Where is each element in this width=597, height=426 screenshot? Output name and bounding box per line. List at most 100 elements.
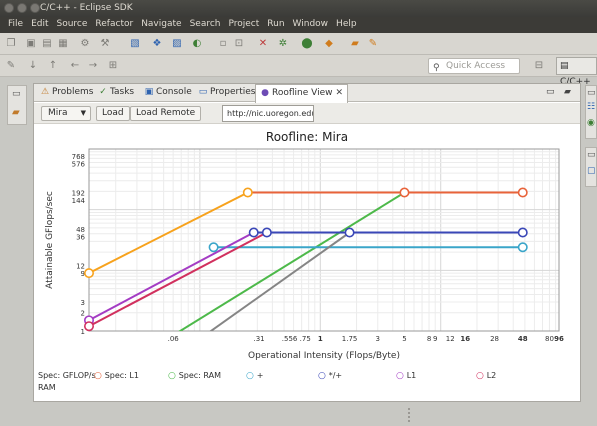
y-tick-label: 36 [76, 234, 85, 242]
open-perspective-icon[interactable]: ⊟ [532, 59, 546, 73]
open-folder-icon[interactable]: ▰ [348, 37, 362, 51]
tab-console[interactable]: ▣ Console [140, 84, 196, 102]
data-point-marker[interactable] [83, 268, 94, 279]
x-tick-label: 28 [490, 335, 499, 343]
data-point-marker[interactable] [208, 242, 219, 253]
properties-icon: ▭ [198, 87, 208, 97]
legend-item[interactable]: ○ + [246, 371, 263, 381]
pin-icon[interactable]: ⊞ [106, 59, 120, 73]
new-file-icon[interactable]: ❐ [4, 37, 18, 51]
print-icon[interactable]: ▦ [56, 37, 70, 51]
pencil-icon[interactable]: ✎ [366, 37, 380, 51]
restore-icon[interactable]: ▭ [587, 150, 596, 160]
settings-icon[interactable]: ⚙ [78, 37, 92, 51]
minimize-window-button[interactable] [17, 3, 27, 13]
save-all-icon[interactable]: ▤ [40, 37, 54, 51]
console-icon: ▣ [144, 87, 154, 97]
outline-icon[interactable]: ☷ [587, 102, 595, 112]
menu-search[interactable]: Search [186, 17, 225, 33]
chevron-down-icon: ▼ [80, 109, 86, 117]
external-tools-icon[interactable]: ◆ [322, 37, 336, 51]
run-icon[interactable]: ⬤ [300, 37, 314, 51]
remote-url-field[interactable]: http://nic.uoregon.edu/- [222, 105, 314, 122]
legend-item[interactable]: RAM [38, 383, 56, 392]
legend-item[interactable]: ○ L1 [396, 371, 416, 381]
previous-annotation-icon[interactable]: ↑ [46, 59, 60, 73]
new-source-icon[interactable]: ▨ [170, 37, 184, 51]
legend-item[interactable]: ○ */+ [318, 371, 342, 381]
close-tab-icon[interactable]: ✕ [336, 88, 344, 98]
legend-item[interactable]: ○ Spec: RAM [168, 371, 221, 381]
resize-grip[interactable] [408, 408, 414, 422]
data-point-marker[interactable] [261, 227, 272, 238]
data-point-marker[interactable] [517, 227, 528, 238]
data-point-marker[interactable] [399, 187, 410, 198]
x-tick-label: 16 [460, 335, 470, 343]
maximize-view-icon[interactable]: ▰ [564, 87, 571, 97]
menu-bar: File Edit Source Refactor Navigate Searc… [0, 17, 597, 33]
view-icon[interactable]: ▢ [587, 166, 596, 176]
menu-refactor[interactable]: Refactor [91, 17, 137, 33]
skip-icon[interactable]: ⊡ [232, 37, 246, 51]
save-icon[interactable]: ▣ [24, 37, 38, 51]
menu-navigate[interactable]: Navigate [137, 17, 185, 33]
project-explorer-icon[interactable]: ▰ [12, 107, 20, 118]
x-tick-label: 1.75 [342, 335, 358, 343]
debug-icon[interactable]: ✲ [276, 37, 290, 51]
load-button[interactable]: Load [96, 106, 130, 121]
legend-item[interactable]: ○ L2 [476, 371, 496, 381]
forward-icon[interactable]: → [86, 59, 100, 73]
menu-run[interactable]: Run [263, 17, 288, 33]
quick-access-input[interactable]: ⚲ Quick Access [428, 58, 520, 74]
menu-project[interactable]: Project [224, 17, 263, 33]
next-annotation-icon[interactable]: ↓ [26, 59, 40, 73]
restore-icon[interactable]: ▭ [12, 89, 21, 99]
main-toolbar: ❐ ▣ ▤ ▦ ⚙ ⚒ ▧ ❖ ▨ ◐ ▫ ⊡ ✕ ✲ ⬤ ◆ ▰ ✎ [0, 33, 597, 55]
new-class-icon[interactable]: ❖ [150, 37, 164, 51]
load-remote-button[interactable]: Load Remote [130, 106, 202, 121]
new-header-icon[interactable]: ◐ [190, 37, 204, 51]
data-point-marker[interactable] [517, 187, 528, 198]
legend-label: Spec: GFLOP/s [38, 371, 96, 380]
run-history-icon[interactable]: ▫ [216, 37, 230, 51]
back-icon[interactable]: ← [68, 59, 82, 73]
close-window-button[interactable] [4, 3, 14, 13]
x-tick-label: 1 [318, 335, 323, 343]
maximize-window-button[interactable] [30, 3, 40, 13]
new-project-icon[interactable]: ▧ [128, 37, 142, 51]
search-icon: ⚲ [433, 63, 440, 73]
menu-file[interactable]: File [4, 17, 27, 33]
breakpoint-icon[interactable]: ✕ [256, 37, 270, 51]
data-point-marker[interactable] [242, 187, 253, 198]
right-trim-stack-top: ▭ ☷ ◉ [585, 85, 597, 139]
perspective-icon: ▤ [560, 61, 569, 71]
menu-help[interactable]: Help [332, 17, 361, 33]
series-line-0 [89, 191, 249, 274]
x-tick-labels: .06 .31 .556.75 1 1.75 3 5 8 9 12 16 28 48 80 96 [168, 335, 564, 343]
x-tick-label: 80 [545, 335, 554, 343]
x-tick-label: 96 [554, 335, 564, 343]
restore-icon[interactable]: ▭ [587, 88, 596, 98]
chart-lines [89, 191, 523, 331]
x-tick-label: 9 [433, 335, 437, 343]
minimize-view-icon[interactable]: ▭ [546, 87, 555, 97]
data-point-marker[interactable] [248, 227, 259, 238]
data-point-marker[interactable] [517, 242, 528, 253]
legend-item[interactable]: Spec: GFLOP/s [38, 371, 96, 380]
y-tick-labels: 7685761921444836129321 [72, 153, 86, 336]
legend-item[interactable]: ○ Spec: L1 [94, 371, 139, 381]
machine-select[interactable]: Mira ▼ [41, 106, 91, 121]
data-point-marker[interactable] [344, 227, 355, 238]
tab-properties[interactable]: ▭ Properties [194, 84, 259, 102]
tab-tasks[interactable]: ✓ Tasks [94, 84, 138, 102]
annotation-icon[interactable]: ✎ [4, 59, 18, 73]
build-icon[interactable]: ⚒ [98, 37, 112, 51]
menu-window[interactable]: Window [289, 17, 333, 33]
tab-problems[interactable]: ⚠ Problems [36, 84, 97, 102]
perspective-cpp-button[interactable]: ▤ C/C++ [556, 57, 597, 87]
menu-source[interactable]: Source [53, 17, 92, 33]
tab-roofline-view[interactable]: ● Roofline View ✕ [255, 84, 349, 103]
menu-edit[interactable]: Edit [27, 17, 52, 33]
data-point-marker[interactable] [83, 321, 94, 332]
make-target-icon[interactable]: ◉ [587, 118, 595, 128]
